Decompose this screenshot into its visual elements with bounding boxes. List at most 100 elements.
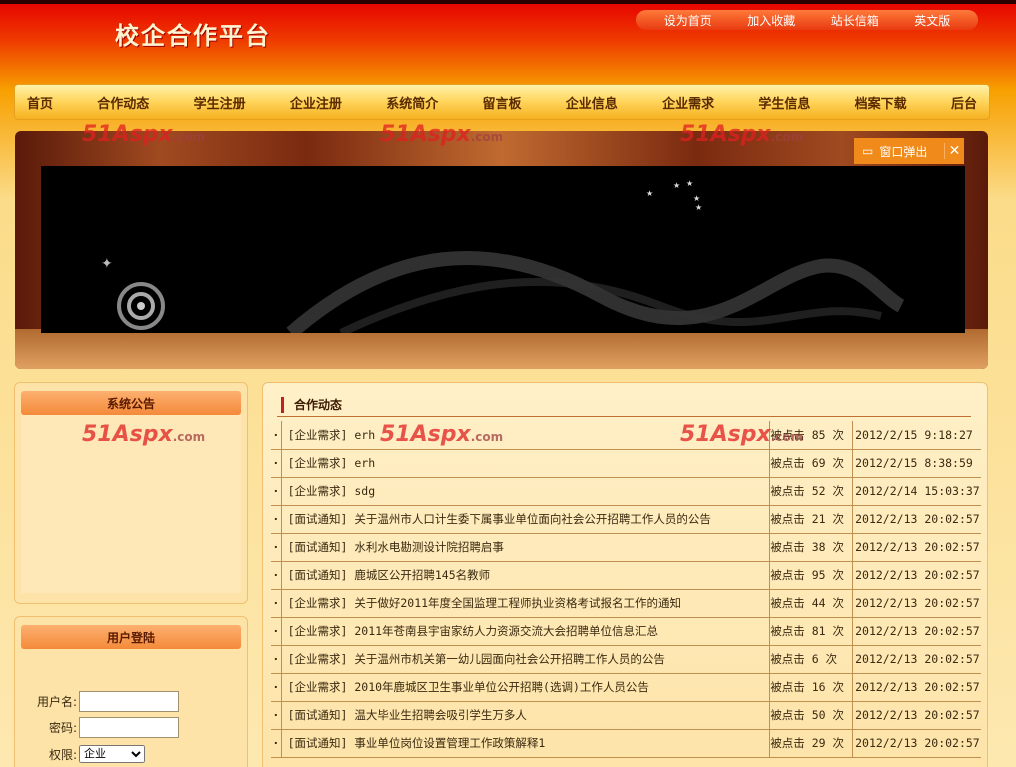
header-accent-bar (281, 396, 284, 413)
news-item-link[interactable]: [企业需求] 2011年苍南县宇宙家纺人力资源交流大会招聘单位信息汇总 (280, 617, 770, 646)
bullet-icon: · (271, 533, 282, 562)
watermark-logo: 51Aspx.com (380, 122, 504, 147)
news-click-count: 被点击 16 次 (769, 673, 853, 702)
banner-video[interactable]: ★ ★ ★ ★ ★ ✦ (41, 166, 965, 339)
bullet-icon: · (271, 701, 282, 730)
site-title: 校企合作平台 (115, 21, 271, 50)
news-timestamp: 2012/2/13 20:02:57 (852, 505, 981, 534)
password-row: 密码: (29, 717, 179, 738)
news-click-count: 被点击 44 次 (769, 589, 853, 618)
nav-student-info[interactable]: 学生信息 (758, 93, 810, 112)
news-click-count: 被点击 52 次 (769, 477, 853, 506)
svg-text:★: ★ (673, 181, 680, 190)
news-timestamp: 2012/2/15 9:18:27 (852, 421, 981, 450)
news-row: · [面试通知] 温大毕业生招聘会吸引学生万多人 被点击 50 次 2012/2/13… (271, 701, 981, 730)
nav-student-register[interactable]: 学生注册 (194, 93, 246, 112)
nav-company-demand[interactable]: 企业需求 (662, 93, 714, 112)
role-label: 权限: (48, 747, 77, 762)
nav-admin[interactable]: 后台 (951, 93, 977, 112)
news-row: · [面试通知] 水利水电勘测设计院招聘启事 被点击 38 次 2012/2/13 2… (271, 533, 981, 562)
news-timestamp: 2012/2/13 20:02:57 (852, 729, 981, 758)
notice-title: 系统公告 (21, 391, 241, 415)
news-timestamp: 2012/2/13 20:02:57 (852, 561, 981, 590)
username-label: 用户名: (36, 695, 77, 709)
close-icon[interactable]: ✕ (944, 143, 964, 159)
webmaster-mail-link[interactable]: 站长信箱 (831, 12, 879, 29)
nav-company-info[interactable]: 企业信息 (566, 93, 618, 112)
nav-system-intro[interactable]: 系统简介 (386, 93, 438, 112)
watermark-logo: 51Aspx.com (82, 122, 206, 147)
svg-text:★: ★ (686, 179, 693, 188)
news-row: · [企业需求] 关于做好2011年度全国监理工程师执业资格考试报名工作的通知 被点… (271, 589, 981, 618)
news-row: · [企业需求] 2010年鹿城区卫生事业单位公开招聘(选调)工作人员公告 被点击 … (271, 673, 981, 702)
news-timestamp: 2012/2/13 20:02:57 (852, 701, 981, 730)
news-timestamp: 2012/2/13 20:02:57 (852, 645, 981, 674)
password-input[interactable] (79, 717, 179, 738)
watermark-logo: 51Aspx.com (680, 422, 804, 447)
news-item-link[interactable]: [面试通知] 水利水电勘测设计院招聘启事 (280, 533, 770, 562)
news-row: · [面试通知] 事业单位岗位设置管理工作政策解释1 被点击 29 次 2012/2/… (271, 729, 981, 758)
news-click-count: 被点击 21 次 (769, 505, 853, 534)
news-timestamp: 2012/2/14 15:03:37 (852, 477, 981, 506)
news-row: · [企业需求] sdg 被点击 52 次 2012/2/14 15:03:37 (271, 477, 981, 506)
bullet-icon: · (271, 449, 282, 478)
news-item-link[interactable]: [企业需求] 关于做好2011年度全国监理工程师执业资格考试报名工作的通知 (280, 589, 770, 618)
bullet-icon: · (271, 421, 282, 450)
news-item-link[interactable]: [面试通知] 鹿城区公开招聘145名教师 (280, 561, 770, 590)
role-row: 权限: 企业 (29, 745, 145, 763)
news-row: · [企业需求] 关于温州市机关第一幼儿园面向社会公开招聘工作人员的公告 被点击 6… (271, 645, 981, 674)
add-favorite-link[interactable]: 加入收藏 (747, 12, 795, 29)
news-timestamp: 2012/2/13 20:02:57 (852, 589, 981, 618)
news-item-link[interactable]: [面试通知] 关于温州市人口计生委下属事业单位面向社会公开招聘工作人员的公告 (280, 505, 770, 534)
svg-text:★: ★ (695, 203, 702, 212)
news-panel: 合作动态 · [企业需求] erh 被点击 85 次 2012/2/15 9:18:2… (262, 382, 988, 767)
bullet-icon: · (271, 505, 282, 534)
role-select[interactable]: 企业 (79, 745, 145, 763)
news-item-link[interactable]: [企业需求] 2010年鹿城区卫生事业单位公开招聘(选调)工作人员公告 (280, 673, 770, 702)
news-timestamp: 2012/2/13 20:02:57 (852, 673, 981, 702)
watermark-logo: 51Aspx.com (680, 122, 804, 147)
nav-home[interactable]: 首页 (27, 93, 53, 112)
news-click-count: 被点击 6 次 (769, 645, 853, 674)
news-item-link[interactable]: [企业需求] 关于温州市机关第一幼儿园面向社会公开招聘工作人员的公告 (280, 645, 770, 674)
news-click-count: 被点击 29 次 (769, 729, 853, 758)
bullet-icon: · (271, 589, 282, 618)
nav-cooperation-news[interactable]: 合作动态 (97, 93, 149, 112)
news-item-link[interactable]: [面试通知] 温大毕业生招聘会吸引学生万多人 (280, 701, 770, 730)
news-timestamp: 2012/2/13 20:02:57 (852, 533, 981, 562)
monitor-icon: ▭ (862, 144, 874, 158)
nav-guestbook[interactable]: 留言板 (482, 93, 521, 112)
username-input[interactable] (79, 691, 179, 712)
news-timestamp: 2012/2/13 20:02:57 (852, 617, 981, 646)
news-row: · [企业需求] erh 被点击 69 次 2012/2/15 8:38:59 (271, 449, 981, 478)
banner-floor (15, 329, 988, 369)
news-title: 合作动态 (294, 398, 343, 412)
svg-text:★: ★ (646, 189, 653, 198)
banner: ★ ★ ★ ★ ★ ✦ ▭ 窗口弹出 ✕ (15, 131, 988, 369)
set-homepage-link[interactable]: 设为首页 (664, 12, 712, 29)
top-links: 设为首页 加入收藏 站长信箱 英文版 (636, 10, 978, 30)
login-title: 用户登陆 (21, 625, 241, 649)
news-timestamp: 2012/2/15 8:38:59 (852, 449, 981, 478)
news-click-count: 被点击 50 次 (769, 701, 853, 730)
news-click-count: 被点击 69 次 (769, 449, 853, 478)
popup-window-button[interactable]: ▭ 窗口弹出 ✕ (854, 138, 964, 164)
svg-text:★: ★ (693, 194, 700, 203)
news-header: 合作动态 (277, 393, 971, 417)
svg-text:✦: ✦ (101, 256, 113, 272)
news-row: · [企业需求] erh 被点击 85 次 2012/2/15 9:18:27 (271, 421, 981, 450)
login-panel: 用户登陆 用户名: 密码: 权限: 企业 (14, 616, 248, 767)
main-nav: 首页 合作动态 学生注册 企业注册 系统简介 留言板 企业信息 企业需求 学生信… (14, 84, 990, 120)
news-item-link[interactable]: [企业需求] erh (280, 449, 770, 478)
watermark-logo: 51Aspx.com (82, 422, 206, 447)
bullet-icon: · (271, 729, 282, 758)
news-item-link[interactable]: [企业需求] sdg (280, 477, 770, 506)
bullet-icon: · (271, 561, 282, 590)
news-table: · [企业需求] erh 被点击 85 次 2012/2/15 9:18:27 · [企业… (271, 421, 981, 758)
news-row: · [企业需求] 2011年苍南县宇宙家纺人力资源交流大会招聘单位信息汇总 被点击 … (271, 617, 981, 646)
nav-company-register[interactable]: 企业注册 (290, 93, 342, 112)
english-version-link[interactable]: 英文版 (914, 12, 950, 29)
news-item-link[interactable]: [面试通知] 事业单位岗位设置管理工作政策解释1 (280, 729, 770, 758)
news-click-count: 被点击 38 次 (769, 533, 853, 562)
nav-file-download[interactable]: 档案下载 (855, 93, 907, 112)
